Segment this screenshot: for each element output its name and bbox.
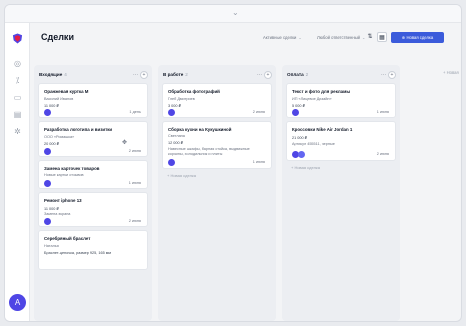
page-title: Сделки xyxy=(41,32,74,42)
avatar xyxy=(44,218,51,225)
more-icon[interactable]: ··· xyxy=(257,70,262,80)
column-in-progress: В работе 2 ··· + Обработка фотографий Гле… xyxy=(158,65,276,321)
card-title: Ремонт iphone 13 xyxy=(44,198,82,203)
deal-card[interactable]: Ремонт iphone 13 11 000 ₽ Замена экрана … xyxy=(38,192,148,227)
column-title: Оплата xyxy=(287,72,304,77)
chevron-down-icon: ⌄ xyxy=(298,35,302,40)
add-deal-link[interactable]: + Новая сделка xyxy=(167,173,196,178)
card-line: ООО «Ромашка» xyxy=(44,135,75,139)
document-icon[interactable]: ▤ xyxy=(13,110,22,119)
new-column-button[interactable]: + Новая xyxy=(443,70,459,75)
card-line: Артикул 455511, черные xyxy=(292,142,335,146)
avatar xyxy=(168,159,175,166)
card-title: Кроссовки Nike Air Jordan 1 xyxy=(292,127,353,132)
card-line: 5 000 ₽ xyxy=(292,104,305,108)
calendar-icon[interactable]: ▭ xyxy=(13,93,22,102)
window-top-bar: ⌄ xyxy=(5,5,461,23)
column-count: 2 xyxy=(185,72,188,77)
card-line: 11 000 ₽ xyxy=(44,207,59,211)
grid-icon[interactable]: ▦ xyxy=(377,32,387,42)
card-title: Замена карточек товаров xyxy=(44,166,100,171)
card-line: Навесные шкафы, барная стойка, выдвижные xyxy=(168,147,250,151)
main-area: Сделки Активные сделки ⌄ Любой ответствен… xyxy=(30,23,461,321)
deal-card[interactable]: Обработка фотографий Глеб Дмитриев 3 000… xyxy=(162,83,272,118)
card-title: Серебряный браслет xyxy=(44,236,91,241)
avatar xyxy=(44,180,51,187)
more-icon[interactable]: ··· xyxy=(133,70,138,80)
deal-card[interactable]: Текст и фото для рекламы ИП «Лицевое Диз… xyxy=(286,83,396,118)
column-title: В работе xyxy=(163,72,184,77)
card-line: 20 000 ₽ xyxy=(44,142,60,146)
card-date: 2 июня xyxy=(128,149,141,153)
card-title: Обработка фотографий xyxy=(168,89,220,94)
card-title: Разработка логотипа и визитки xyxy=(44,127,113,132)
column-title: Входящие xyxy=(39,72,63,77)
avatar xyxy=(44,148,51,155)
card-line: Браслет-цепочка, размер 925, 165 мм xyxy=(44,251,111,255)
deal-card[interactable]: Кроссовки Nike Air Jordan 1 21 000 ₽ Арт… xyxy=(286,121,396,161)
add-deal-link[interactable]: + Новая сделка xyxy=(291,165,320,170)
new-deal-button[interactable]: ⊕ Новая сделка xyxy=(391,32,444,43)
shield-logo-icon[interactable] xyxy=(12,33,23,44)
card-line: Наталья xyxy=(44,244,59,248)
column-incoming: Входящие 4 ··· + Оранжевая куртка M Васил… xyxy=(34,65,152,321)
filter-active-label: Активные сделки xyxy=(263,35,297,40)
card-line: 3 000 ₽ xyxy=(168,104,181,108)
card-line: 12 000 ₽ xyxy=(168,141,184,145)
card-title: Сборка кухни на Кукушкиной xyxy=(168,127,232,132)
deal-card[interactable]: Оранжевая куртка M Василий Иванов 11 000… xyxy=(38,83,148,118)
avatar xyxy=(168,109,175,116)
sidebar: ◎ ⁒ ▭ ▤ ✲ А xyxy=(5,23,30,321)
plus-icon[interactable]: + xyxy=(388,71,396,79)
column-count: 2 xyxy=(305,72,309,77)
filter-active-deals[interactable]: Активные сделки ⌄ xyxy=(263,35,302,40)
settings-icon[interactable]: ✲ xyxy=(13,127,22,136)
more-icon[interactable]: ··· xyxy=(381,70,386,80)
card-date: 2 июня xyxy=(376,152,389,156)
card-date: 1 июня xyxy=(128,181,141,185)
deal-card[interactable]: Серебряный браслет Наталья Браслет-цепоч… xyxy=(38,230,148,270)
sliders-icon[interactable]: ⇅ xyxy=(365,32,375,42)
card-line: корзины, холодильник и плиты xyxy=(168,152,223,156)
card-line: 11 000 ₽ xyxy=(44,104,59,108)
header: Сделки Активные сделки ⌄ Любой ответствен… xyxy=(30,23,461,55)
deal-card[interactable]: Замена карточек товаров Новые картки отз… xyxy=(38,160,148,189)
circle-dot-icon[interactable]: ◎ xyxy=(13,59,22,68)
filter-owner-label: Любой ответственный xyxy=(317,35,361,40)
plus-icon[interactable]: + xyxy=(140,71,148,79)
column-header: В работе 2 xyxy=(163,70,271,80)
avatar xyxy=(298,151,305,158)
card-date: 1 июня xyxy=(376,110,389,114)
card-title: Текст и фото для рекламы xyxy=(292,89,351,94)
column-count: 4 xyxy=(64,72,67,77)
signal-icon[interactable]: ⁒ xyxy=(13,76,22,85)
column-payment: Оплата 2 ··· + Текст и фото для рекламы И… xyxy=(282,65,400,321)
user-avatar[interactable]: А xyxy=(9,294,26,311)
card-line: 21 000 ₽ xyxy=(292,136,308,140)
card-line: ИП «Лицевое Дизайн» xyxy=(292,97,332,101)
deal-card[interactable]: Разработка логотипа и визитки ООО «Ромаш… xyxy=(38,121,148,157)
card-date: 1 июня xyxy=(252,160,265,164)
chevron-down-icon[interactable]: ⌄ xyxy=(232,8,239,17)
card-line: Глеб Дмитриев xyxy=(168,97,195,101)
column-header: Оплата 2 xyxy=(287,70,395,80)
app-window: ⌄ ◎ ⁒ ▭ ▤ ✲ А Сделки Активные сделки ⌄ Лю… xyxy=(4,4,462,322)
card-line: Светлана xyxy=(168,134,185,138)
card-date: 1 день xyxy=(129,110,141,114)
card-date: 2 июня xyxy=(128,219,141,223)
avatar xyxy=(292,109,299,116)
plus-icon[interactable]: + xyxy=(264,71,272,79)
card-date: 2 июня xyxy=(252,110,265,114)
avatar xyxy=(44,109,51,116)
card-line: Замена экрана xyxy=(44,212,71,216)
column-header: Входящие 4 xyxy=(39,70,147,80)
deal-card[interactable]: Сборка кухни на Кукушкиной Светлана 12 0… xyxy=(162,121,272,169)
card-line: Василий Иванов xyxy=(44,97,74,101)
card-line: Новые картки отзывов xyxy=(44,173,84,177)
drag-cursor-icon: ✥ xyxy=(122,140,128,146)
card-title: Оранжевая куртка M xyxy=(44,89,89,94)
filter-owner[interactable]: Любой ответственный ⌄ xyxy=(317,35,365,40)
